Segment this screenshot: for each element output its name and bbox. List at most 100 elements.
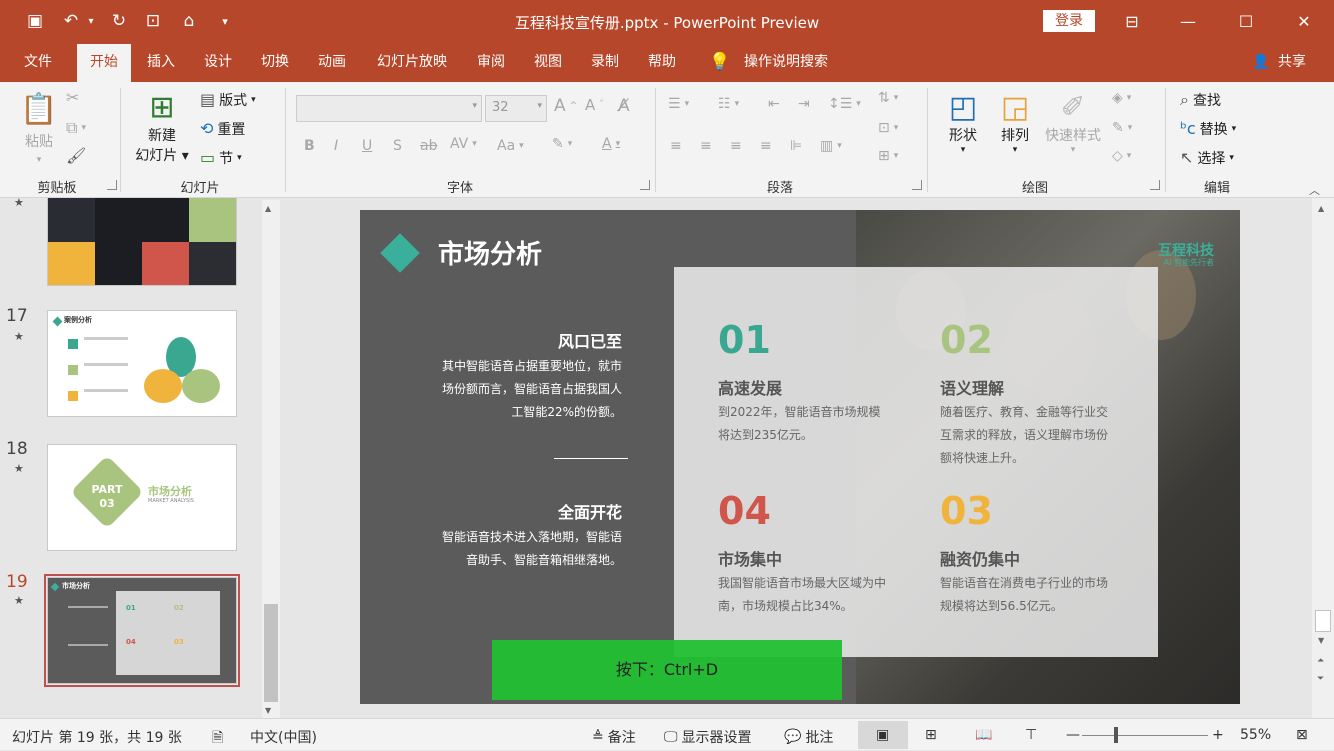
tab-insert[interactable]: 插入 bbox=[136, 44, 186, 82]
zoom-out-icon[interactable]: — bbox=[1066, 727, 1080, 743]
language-indicator[interactable]: 中文(中国) bbox=[250, 727, 317, 747]
thumbnail-scrollbar[interactable]: ▲ ▼ bbox=[262, 200, 280, 718]
bullets-icon[interactable]: ☰ ▾ bbox=[668, 96, 689, 112]
scroll-down-icon[interactable]: ▼ bbox=[1318, 636, 1324, 645]
font-name-box[interactable]: ▾ bbox=[296, 95, 482, 122]
scroll-down-icon[interactable]: ▼ bbox=[265, 706, 271, 715]
scroll-thumb[interactable] bbox=[264, 604, 278, 702]
tab-review[interactable]: 审阅 bbox=[466, 44, 516, 82]
grow-font-icon[interactable]: A ^ bbox=[554, 96, 577, 116]
tab-home[interactable]: 开始 bbox=[77, 44, 131, 82]
comments-button[interactable]: 💬 批注 bbox=[784, 727, 833, 747]
tab-view[interactable]: 视图 bbox=[523, 44, 573, 82]
shadow-icon[interactable]: S bbox=[393, 138, 402, 154]
ribbon-display-icon[interactable]: ⊟ bbox=[1112, 6, 1152, 36]
tab-transitions[interactable]: 切换 bbox=[250, 44, 300, 82]
copy-icon[interactable]: ⧉ ▾ bbox=[66, 120, 86, 136]
line-spacing-icon[interactable]: ↕☰ ▾ bbox=[828, 96, 861, 112]
reading-view-icon[interactable]: 📖 bbox=[975, 727, 992, 743]
shape-fill-icon[interactable]: ◈ ▾ bbox=[1112, 90, 1131, 106]
scroll-thumb[interactable] bbox=[1315, 610, 1331, 632]
zoom-level[interactable]: 55% bbox=[1240, 727, 1271, 743]
title-bar: ▣ ↶ ▾ ↻ ⊡ ⌂ ▾ 互程科技宣传册.pptx - PowerPoint … bbox=[0, 0, 1334, 44]
share-button[interactable]: 共享 bbox=[1272, 44, 1312, 82]
maximize-icon[interactable]: ☐ bbox=[1226, 6, 1266, 36]
justify-icon[interactable]: ≡ bbox=[760, 138, 772, 154]
scroll-up-icon[interactable]: ▲ bbox=[1318, 204, 1324, 213]
strikethrough-icon[interactable]: ab bbox=[420, 138, 437, 154]
section-button[interactable]: ▭ 节 ▾ bbox=[200, 148, 242, 168]
zoom-in-icon[interactable]: + bbox=[1212, 727, 1224, 743]
tab-file[interactable]: 文件 bbox=[10, 44, 66, 82]
cut-icon[interactable]: ✂ bbox=[66, 90, 79, 106]
previous-slide-icon[interactable]: ⏶ bbox=[1317, 656, 1324, 666]
slide-scrollbar[interactable]: ▲ ▼ ⏶ ⏷ bbox=[1312, 198, 1334, 718]
item-number: 01 bbox=[718, 318, 771, 362]
slide-thumbnail-18[interactable]: PART 03 市场分析 MARKET ANALYSIS bbox=[47, 444, 237, 551]
char-spacing-icon[interactable]: AV ▾ bbox=[450, 136, 477, 152]
clear-format-icon[interactable]: A̸ bbox=[618, 96, 630, 116]
arrange-button[interactable]: ◲ 排列 ▾ bbox=[996, 90, 1034, 155]
collapse-ribbon-icon[interactable]: ︿ bbox=[1309, 182, 1320, 198]
current-slide[interactable]: 市场分析 互程科技 AI 智能先行者 风口已至 其中智能语音占据重要地位，就市场… bbox=[360, 210, 1240, 704]
increase-indent-icon[interactable]: ⇥ bbox=[798, 96, 810, 112]
change-case-icon[interactable]: Aa ▾ bbox=[497, 138, 524, 154]
shape-effects-icon[interactable]: ◇ ▾ bbox=[1112, 148, 1131, 164]
shape-outline-icon[interactable]: ✎ ▾ bbox=[1112, 120, 1132, 136]
select-button[interactable]: ↖ 选择 ▾ bbox=[1180, 148, 1234, 168]
shrink-font-icon[interactable]: Aˇ bbox=[585, 96, 604, 114]
tab-animations[interactable]: 动画 bbox=[307, 44, 357, 82]
font-launcher-icon[interactable] bbox=[640, 180, 650, 190]
reset-button[interactable]: ⟲ 重置 bbox=[200, 119, 245, 139]
tab-help[interactable]: 帮助 bbox=[637, 44, 687, 82]
clipboard-launcher-icon[interactable] bbox=[107, 180, 117, 190]
slide-thumbnail-16[interactable] bbox=[47, 198, 237, 286]
paragraph-launcher-icon[interactable] bbox=[912, 180, 922, 190]
fit-to-window-icon[interactable]: ⊠ bbox=[1296, 727, 1308, 743]
find-button[interactable]: ⌕ 查找 bbox=[1180, 90, 1221, 110]
new-slide-button[interactable]: ⊞ 新建 幻灯片 ▾ bbox=[134, 90, 190, 165]
paste-button[interactable]: 📋 粘贴 ▾ bbox=[20, 92, 58, 165]
zoom-slider-track[interactable] bbox=[1082, 735, 1208, 736]
italic-icon[interactable]: I bbox=[334, 138, 338, 154]
format-painter-icon[interactable]: 🖌 bbox=[66, 148, 86, 164]
smartart-icon[interactable]: ⊞ ▾ bbox=[878, 148, 898, 164]
underline-icon[interactable]: U bbox=[362, 138, 372, 154]
minimize-icon[interactable]: — bbox=[1168, 6, 1208, 36]
slide-thumbnail-19[interactable]: 市场分析 01 02 04 03 bbox=[47, 577, 237, 684]
numbering-icon[interactable]: ☷ ▾ bbox=[718, 96, 739, 112]
scroll-up-icon[interactable]: ▲ bbox=[265, 204, 271, 213]
slide-sorter-icon[interactable]: ⊞ bbox=[925, 727, 937, 743]
slide-thumbnail-17[interactable]: 案例分析 bbox=[47, 310, 237, 417]
font-color-icon[interactable]: A ▾ bbox=[602, 136, 620, 152]
replace-button[interactable]: ᵇc 替换 ▾ bbox=[1180, 119, 1236, 139]
columns-icon[interactable]: ▥ ▾ bbox=[820, 138, 842, 154]
zoom-slider-thumb[interactable] bbox=[1114, 727, 1118, 743]
text-direction-icon[interactable]: ⇅ ▾ bbox=[878, 90, 898, 106]
item-number: 03 bbox=[940, 489, 993, 533]
close-icon[interactable]: ✕ bbox=[1284, 6, 1324, 36]
slideshow-view-icon[interactable]: ⊤ bbox=[1025, 727, 1037, 743]
tell-me-search[interactable]: 操作说明搜索 bbox=[736, 44, 836, 82]
decrease-indent-icon[interactable]: ⇤ bbox=[768, 96, 780, 112]
login-button[interactable]: 登录 bbox=[1043, 10, 1095, 32]
quick-styles-button[interactable]: ✐ 快速样式 ▾ bbox=[1042, 90, 1104, 155]
distribute-icon[interactable]: ⊫ bbox=[790, 138, 802, 154]
font-size-box[interactable]: 32 ▾ bbox=[485, 95, 547, 122]
tab-record[interactable]: 录制 bbox=[580, 44, 630, 82]
notes-button[interactable]: ≜ 备注 bbox=[592, 727, 636, 747]
align-center-icon[interactable]: ≡ bbox=[700, 138, 712, 154]
next-slide-icon[interactable]: ⏷ bbox=[1317, 674, 1324, 684]
highlight-icon[interactable]: ✎ ▾ bbox=[552, 136, 572, 152]
tab-slideshow[interactable]: 幻灯片放映 bbox=[366, 44, 458, 82]
display-settings-button[interactable]: 🖵 显示器设置 bbox=[664, 727, 752, 747]
drawing-launcher-icon[interactable] bbox=[1150, 180, 1160, 190]
align-text-icon[interactable]: ⊡ ▾ bbox=[878, 120, 898, 136]
spell-check-icon[interactable]: 🗎 bbox=[212, 727, 223, 751]
align-right-icon[interactable]: ≡ bbox=[730, 138, 742, 154]
align-left-icon[interactable]: ≡ bbox=[670, 138, 682, 154]
tab-design[interactable]: 设计 bbox=[193, 44, 243, 82]
shapes-button[interactable]: ◰ 形状 ▾ bbox=[944, 90, 982, 155]
layout-button[interactable]: ▤ 版式 ▾ bbox=[200, 90, 256, 110]
bold-icon[interactable]: B bbox=[304, 138, 315, 154]
